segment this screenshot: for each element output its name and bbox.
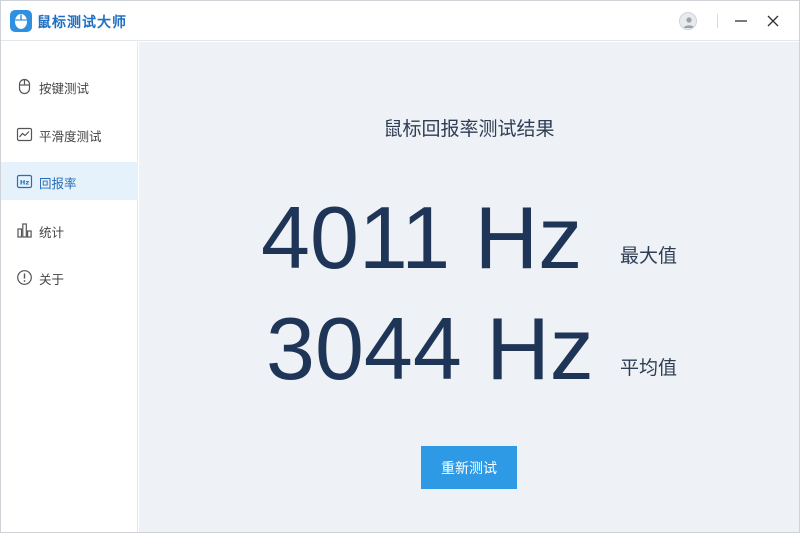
title-bar[interactable]: 鼠标测试大师 (1, 1, 799, 41)
title-bar-divider (717, 14, 718, 28)
sidebar: 按键测试 平滑度测试 Hz 回报率 统计 关于 (1, 42, 138, 532)
app-title: 鼠标测试大师 (37, 15, 127, 31)
sidebar-item-polling-rate[interactable]: Hz 回报率 (1, 162, 138, 200)
sidebar-item-label: 平滑度测试 (39, 129, 102, 144)
minimize-button[interactable] (731, 11, 751, 31)
sidebar-item-label: 按键测试 (39, 81, 90, 96)
max-rate-value: 4011 Hz (261, 188, 583, 287)
close-icon (767, 15, 779, 27)
sidebar-item-smoothness-test[interactable]: 平滑度测试 (1, 115, 138, 153)
minimize-icon (735, 20, 747, 22)
sidebar-item-button-test[interactable]: 按键测试 (1, 67, 138, 105)
sidebar-item-label: 关于 (39, 272, 65, 287)
hz-icon: Hz (16, 174, 33, 189)
svg-text:Hz: Hz (20, 179, 29, 187)
page-title: 鼠标回报率测试结果 (383, 118, 555, 140)
mouse-icon (18, 78, 31, 95)
bar-chart-icon (17, 223, 32, 238)
line-chart-icon (16, 127, 33, 142)
app-window: 鼠标测试大师 按键测试 平滑度测试 Hz 回报率 统计 关于 鼠标回报率测试结果… (0, 0, 800, 533)
close-button[interactable] (763, 11, 783, 31)
avg-rate-value: 3044 Hz (266, 299, 594, 398)
main-panel: 鼠标回报率测试结果 4011 Hz 最大值 3044 Hz 平均值 重新测试 (139, 42, 799, 532)
sidebar-item-statistics[interactable]: 统计 (1, 211, 138, 249)
sidebar-item-label: 回报率 (39, 176, 77, 191)
avg-rate-label: 平均值 (620, 357, 678, 379)
app-logo-icon (10, 10, 32, 32)
retest-button[interactable]: 重新测试 (421, 446, 517, 489)
sidebar-item-about[interactable]: 关于 (1, 258, 138, 296)
info-icon (17, 270, 32, 285)
max-rate-label: 最大值 (620, 245, 678, 267)
user-avatar-icon[interactable] (679, 12, 697, 30)
sidebar-item-label: 统计 (39, 225, 65, 240)
